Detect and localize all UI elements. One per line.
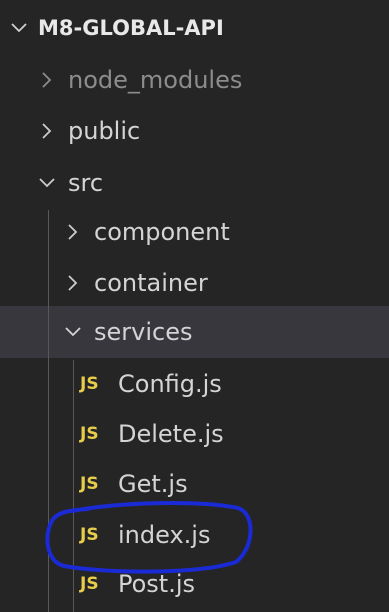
tree-item-label: public xyxy=(68,117,141,145)
tree-item-label: component xyxy=(94,218,230,246)
chevron-down-icon xyxy=(10,19,28,37)
chevron-down-icon xyxy=(38,174,56,192)
tree-item-label: Delete.js xyxy=(118,420,224,448)
tree-item-label: Post.js xyxy=(118,570,196,598)
tree-item-label: node_modules xyxy=(68,66,243,94)
tree-item-label: services xyxy=(94,318,193,346)
javascript-file-icon: JS xyxy=(80,574,99,594)
chevron-right-icon xyxy=(38,71,56,89)
chevron-right-icon xyxy=(38,122,56,140)
project-title: M8-GLOBAL-API xyxy=(38,16,224,40)
javascript-file-icon: JS xyxy=(80,474,99,494)
tree-item-container[interactable]: container xyxy=(0,257,389,309)
tree-item-delete-js[interactable]: JS Delete.js xyxy=(0,408,389,460)
tree-item-post-js[interactable]: JS Post.js xyxy=(0,558,389,610)
tree-item-get-js[interactable]: JS Get.js xyxy=(0,458,389,510)
tree-item-index-js[interactable]: JS index.js xyxy=(0,509,389,561)
tree-item-config-js[interactable]: JS Config.js xyxy=(0,358,389,410)
chevron-down-icon xyxy=(64,323,82,341)
javascript-file-icon: JS xyxy=(80,424,99,444)
tree-item-label: src xyxy=(68,169,104,197)
tree-item-label: Config.js xyxy=(118,370,222,398)
tree-item-public[interactable]: public xyxy=(0,105,389,157)
chevron-right-icon xyxy=(64,274,82,292)
tree-item-services[interactable]: services xyxy=(0,306,389,358)
tree-item-src[interactable]: src xyxy=(0,157,389,209)
chevron-right-icon xyxy=(64,223,82,241)
javascript-file-icon: JS xyxy=(80,525,99,545)
explorer-project-header[interactable]: M8-GLOBAL-API xyxy=(0,0,389,56)
tree-item-node-modules[interactable]: node_modules xyxy=(0,54,389,106)
tree-item-label: container xyxy=(94,269,208,297)
tree-item-label: index.js xyxy=(118,521,211,549)
javascript-file-icon: JS xyxy=(80,374,99,394)
file-explorer: M8-GLOBAL-API node_modules public src co… xyxy=(0,0,389,612)
tree-item-component[interactable]: component xyxy=(0,206,389,258)
tree-item-label: Get.js xyxy=(118,470,188,498)
